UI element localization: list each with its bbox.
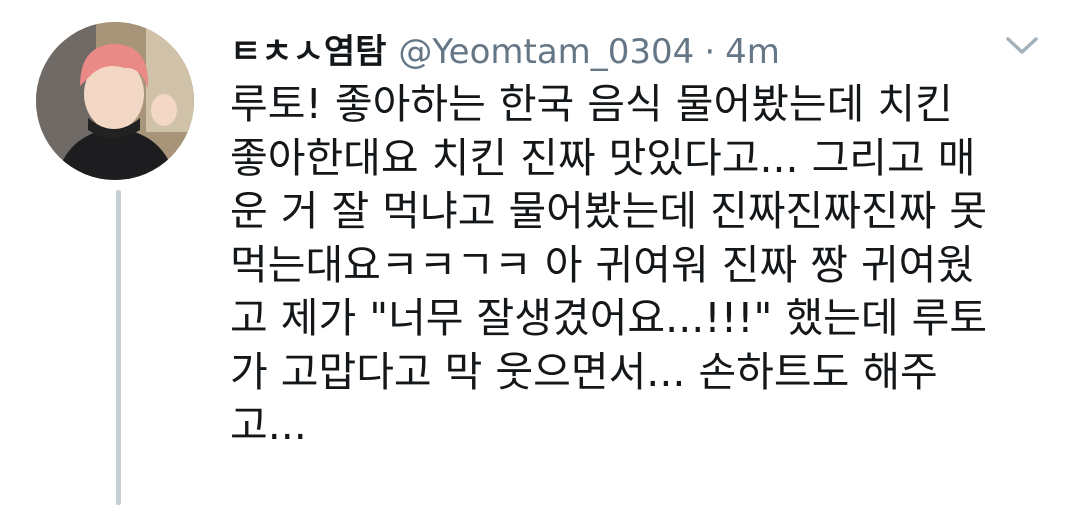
tweet-header: ㅌㅊㅅ염탐 @Yeomtam_0304 · 4m <box>230 24 780 73</box>
separator-dot: · <box>704 32 716 72</box>
tweet-text: 루토! 좋아하는 한국 음식 물어봤는데 치킨 좋아한대요 치킨 진짜 맛있다고… <box>230 78 1060 453</box>
chevron-down-icon[interactable] <box>1000 30 1044 60</box>
author-handle[interactable]: @Yeomtam_0304 <box>398 32 694 72</box>
tweet-text-line: 고 제가 "너무 잘생겼어요...!!!" 했는데 루토 <box>230 294 988 342</box>
tweet-text-line: 고... <box>230 401 307 449</box>
tweet-text-line: 운 거 잘 먹냐고 물어봤는데 진짜진짜진짜 못 <box>230 187 988 235</box>
tweet-text-line: 좋아한대요 치킨 진짜 맛있다고... 그리고 매 <box>230 133 976 182</box>
author-display-name[interactable]: ㅌㅊㅅ염탐 <box>230 24 386 73</box>
tweet-text-line: 가 고맙다고 막 웃으면서... 손하트도 해주 <box>230 347 938 396</box>
thread-line <box>116 190 121 505</box>
tweet-text-line: 루토! 좋아하는 한국 음식 물어봤는데 치킨 <box>230 80 953 128</box>
tweet-timestamp[interactable]: 4m <box>725 32 780 72</box>
tweet-text-line: 먹는대요ㅋㅋㄱㅋ 아 귀여워 진짜 짱 귀여웠 <box>230 240 975 289</box>
avatar[interactable] <box>36 22 194 180</box>
avatar-image <box>36 22 194 180</box>
